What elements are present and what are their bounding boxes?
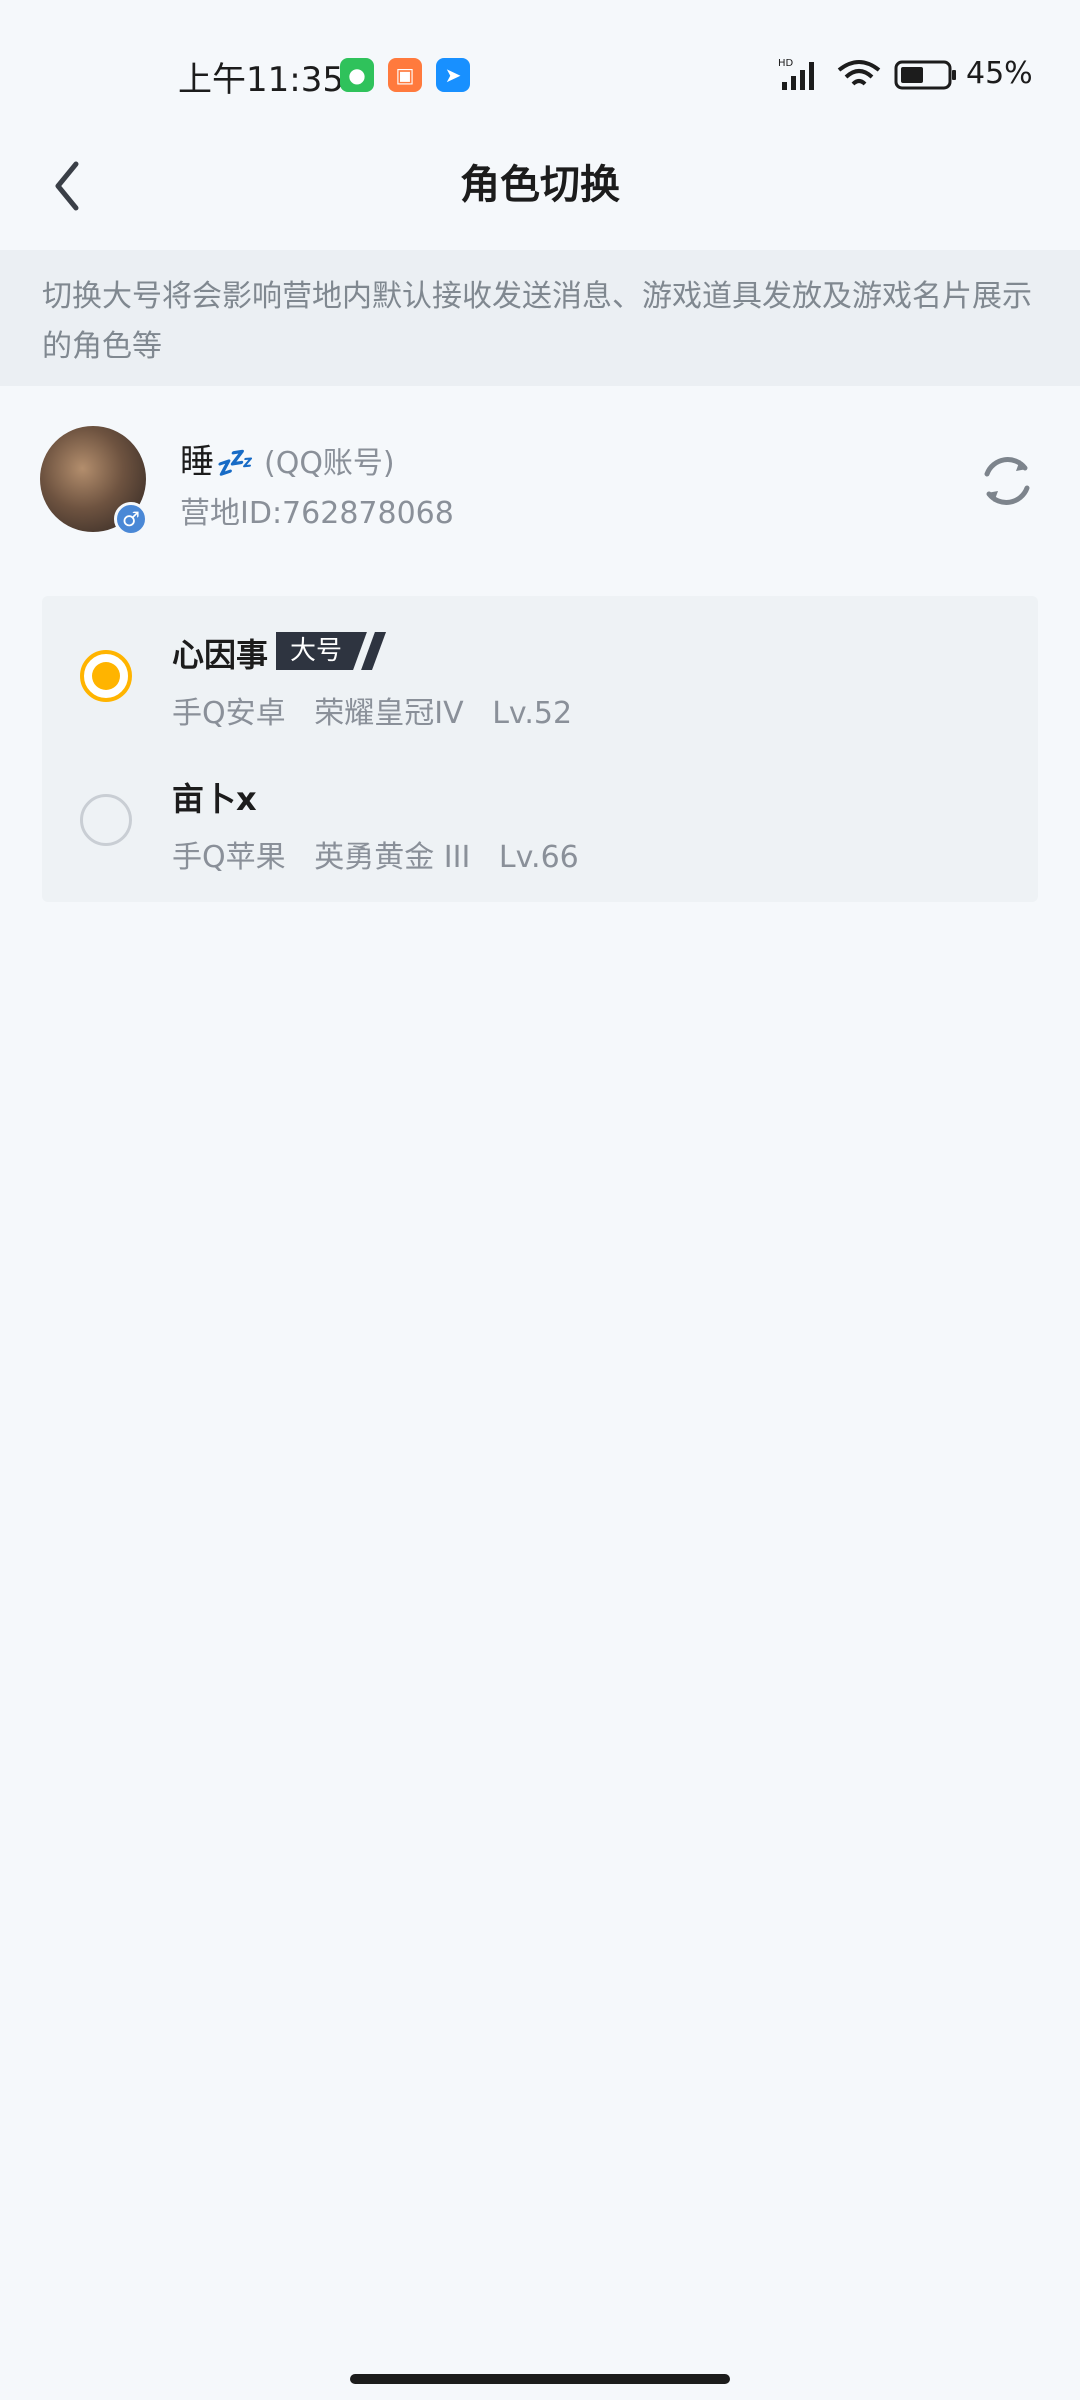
page-title: 角色切换 <box>460 162 620 208</box>
wechat-icon: ● <box>340 58 374 92</box>
refresh-icon[interactable] <box>978 452 1036 510</box>
nav-bar: 角色切换 <box>0 130 1080 240</box>
account-type: (QQ账号) <box>264 446 395 481</box>
role-name: 心因事 <box>172 636 269 674</box>
notice-text: 切换大号将会影响营地内默认接收发送消息、游戏道具发放及游戏名片展示的角色等 <box>0 250 1080 386</box>
status-bar: 上午11:35 ● ▣ ➤ HD 45% <box>0 0 1080 150</box>
taobao-icon: ▣ <box>388 58 422 92</box>
wifi-icon <box>837 60 881 86</box>
account-name: 睡💤 <box>180 434 251 483</box>
male-gender-icon: ♂ <box>114 502 148 536</box>
role-detail: 手Q安卓 荣耀皇冠IV Lv.52 <box>172 696 573 731</box>
sleep-emoji: 💤 <box>214 446 252 481</box>
role-item[interactable]: 亩卜x 手Q苹果 英勇黄金 III Lv.66 <box>42 748 1038 894</box>
radio-selected[interactable] <box>80 650 132 702</box>
roles-list: 心因事 大号 手Q安卓 荣耀皇冠IV Lv.52 亩卜x 手Q苹果 英勇黄金 I… <box>42 596 1038 902</box>
dingtalk-icon: ➤ <box>436 58 470 92</box>
account-id: 营地ID:762878068 <box>180 496 454 531</box>
account-name-text: 睡 <box>180 442 214 482</box>
account-info: ♂ 睡💤 (QQ账号) 营地ID:762878068 <box>0 410 1080 550</box>
role-detail: 手Q苹果 英勇黄金 III Lv.66 <box>172 840 579 875</box>
radio-unselected[interactable] <box>80 794 132 846</box>
main-account-badge: 大号 <box>276 632 386 670</box>
svg-text:HD: HD <box>778 58 794 69</box>
battery-percent: 45% <box>966 56 1033 91</box>
role-item-selected[interactable]: 心因事 大号 手Q安卓 荣耀皇冠IV Lv.52 <box>42 604 1038 750</box>
home-indicator[interactable] <box>350 2374 730 2384</box>
hd-signal-icon: HD <box>778 58 814 90</box>
status-time: 上午11:35 <box>178 60 344 100</box>
role-name: 亩卜x <box>172 780 257 818</box>
battery-icon <box>894 60 956 90</box>
